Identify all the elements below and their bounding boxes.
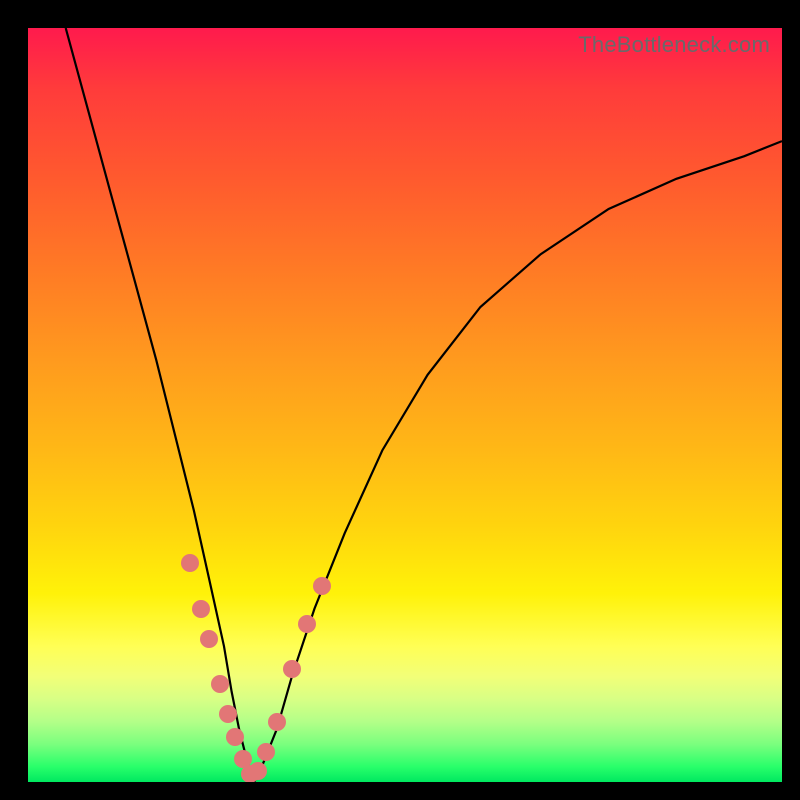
data-marker [200, 630, 218, 648]
data-marker [181, 554, 199, 572]
data-marker [283, 660, 301, 678]
data-marker [249, 762, 267, 780]
data-marker [226, 728, 244, 746]
data-marker [298, 615, 316, 633]
data-marker [268, 713, 286, 731]
data-marker [192, 600, 210, 618]
bottleneck-curve-path [66, 28, 782, 782]
plot-area: TheBottleneck.com [28, 28, 782, 782]
data-marker [211, 675, 229, 693]
data-marker [313, 577, 331, 595]
data-marker [219, 705, 237, 723]
data-marker [257, 743, 275, 761]
curve-svg [28, 28, 782, 782]
chart-frame: TheBottleneck.com [0, 0, 800, 800]
